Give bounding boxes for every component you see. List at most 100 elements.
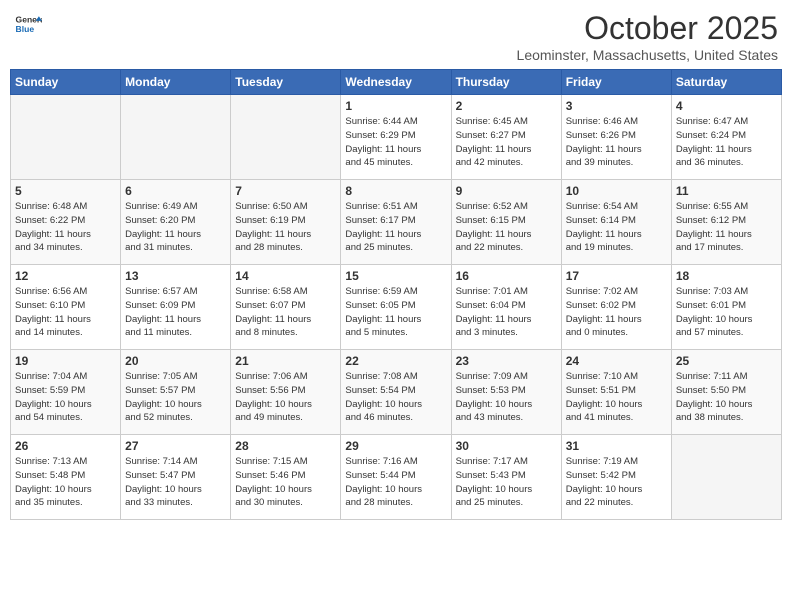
calendar-cell: 13 Sunrise: 6:57 AM Sunset: 6:09 PM Dayli…: [121, 265, 231, 350]
day-number: 24: [566, 354, 667, 368]
day-number: 5: [15, 184, 116, 198]
day-number: 13: [125, 269, 226, 283]
page-header: General Blue October 2025 Leominster, Ma…: [10, 10, 782, 63]
day-info: Sunrise: 7:17 AM Sunset: 5:43 PM Dayligh…: [456, 455, 557, 510]
day-info: Sunrise: 7:02 AM Sunset: 6:02 PM Dayligh…: [566, 285, 667, 340]
calendar-cell: 30Sunrise: 7:17 AM Sunset: 5:43 PM Dayli…: [451, 435, 561, 520]
day-number: 29: [345, 439, 446, 453]
day-number: 1: [345, 99, 446, 113]
day-info: Sunrise: 6:46 AM Sunset: 6:26 PM Dayligh…: [566, 115, 667, 170]
weekday-header-friday: Friday: [561, 70, 671, 95]
day-info: Sunrise: 6:59 AM Sunset: 6:05 PM Dayligh…: [345, 285, 446, 340]
day-number: 18: [676, 269, 777, 283]
calendar-week-row: 26 Sunrise: 7:13 AM Sunset: 5:48 PM Dayli…: [11, 435, 782, 520]
day-number: 8: [345, 184, 446, 198]
calendar-cell: 29 Sunrise: 7:16 AM Sunset: 5:44 PM Dayli…: [341, 435, 451, 520]
calendar-cell: 9Sunrise: 6:52 AM Sunset: 6:15 PM Daylig…: [451, 180, 561, 265]
day-info: Sunrise: 6:55 AM Sunset: 6:12 PM Dayligh…: [676, 200, 777, 255]
day-info: Sunrise: 7:13 AM Sunset: 5:48 PM Dayligh…: [15, 455, 116, 510]
day-number: 19: [15, 354, 116, 368]
day-info: Sunrise: 7:08 AM Sunset: 5:54 PM Dayligh…: [345, 370, 446, 425]
day-info: Sunrise: 7:15 AM Sunset: 5:46 PM Dayligh…: [235, 455, 336, 510]
calendar-cell: 6 Sunrise: 6:49 AM Sunset: 6:20 PM Daylig…: [121, 180, 231, 265]
day-info: Sunrise: 6:47 AM Sunset: 6:24 PM Dayligh…: [676, 115, 777, 170]
calendar-cell: 8 Sunrise: 6:51 AM Sunset: 6:17 PM Daylig…: [341, 180, 451, 265]
day-info: Sunrise: 7:11 AM Sunset: 5:50 PM Dayligh…: [676, 370, 777, 425]
day-number: 11: [676, 184, 777, 198]
day-number: 4: [676, 99, 777, 113]
day-info: Sunrise: 6:49 AM Sunset: 6:20 PM Dayligh…: [125, 200, 226, 255]
calendar-cell: [231, 95, 341, 180]
calendar-cell: 12 Sunrise: 6:56 AM Sunset: 6:10 PM Dayli…: [11, 265, 121, 350]
logo: General Blue: [14, 10, 42, 38]
day-number: 16: [456, 269, 557, 283]
day-number: 12: [15, 269, 116, 283]
calendar-cell: 11 Sunrise: 6:55 AM Sunset: 6:12 PM Dayli…: [671, 180, 781, 265]
calendar-table: SundayMondayTuesdayWednesdayThursdayFrid…: [10, 69, 782, 520]
day-number: 28: [235, 439, 336, 453]
calendar-cell: 21 Sunrise: 7:06 AM Sunset: 5:56 PM Dayli…: [231, 350, 341, 435]
day-number: 6: [125, 184, 226, 198]
day-info: Sunrise: 7:10 AM Sunset: 5:51 PM Dayligh…: [566, 370, 667, 425]
day-number: 2: [456, 99, 557, 113]
calendar-week-row: 12 Sunrise: 6:56 AM Sunset: 6:10 PM Dayli…: [11, 265, 782, 350]
day-info: Sunrise: 6:58 AM Sunset: 6:07 PM Dayligh…: [235, 285, 336, 340]
calendar-cell: 25 Sunrise: 7:11 AM Sunset: 5:50 PM Dayli…: [671, 350, 781, 435]
title-block: October 2025 Leominster, Massachusetts, …: [517, 10, 778, 63]
day-info: Sunrise: 7:09 AM Sunset: 5:53 PM Dayligh…: [456, 370, 557, 425]
day-info: Sunrise: 7:05 AM Sunset: 5:57 PM Dayligh…: [125, 370, 226, 425]
day-number: 10: [566, 184, 667, 198]
day-info: Sunrise: 6:50 AM Sunset: 6:19 PM Dayligh…: [235, 200, 336, 255]
svg-text:Blue: Blue: [16, 24, 35, 34]
calendar-cell: 7 Sunrise: 6:50 AM Sunset: 6:19 PM Daylig…: [231, 180, 341, 265]
day-number: 15: [345, 269, 446, 283]
day-number: 25: [676, 354, 777, 368]
calendar-cell: [121, 95, 231, 180]
day-number: 21: [235, 354, 336, 368]
calendar-cell: 16Sunrise: 7:01 AM Sunset: 6:04 PM Dayli…: [451, 265, 561, 350]
calendar-cell: [671, 435, 781, 520]
calendar-cell: [11, 95, 121, 180]
calendar-cell: 10 Sunrise: 6:54 AM Sunset: 6:14 PM Dayli…: [561, 180, 671, 265]
day-info: Sunrise: 6:52 AM Sunset: 6:15 PM Dayligh…: [456, 200, 557, 255]
calendar-cell: 27 Sunrise: 7:14 AM Sunset: 5:47 PM Dayli…: [121, 435, 231, 520]
calendar-week-row: 1 Sunrise: 6:44 AM Sunset: 6:29 PM Daylig…: [11, 95, 782, 180]
day-number: 17: [566, 269, 667, 283]
day-number: 7: [235, 184, 336, 198]
calendar-cell: 23 Sunrise: 7:09 AM Sunset: 5:53 PM Dayli…: [451, 350, 561, 435]
calendar-cell: 14 Sunrise: 6:58 AM Sunset: 6:07 PM Dayli…: [231, 265, 341, 350]
day-info: Sunrise: 7:16 AM Sunset: 5:44 PM Dayligh…: [345, 455, 446, 510]
day-info: Sunrise: 6:44 AM Sunset: 6:29 PM Dayligh…: [345, 115, 446, 170]
day-info: Sunrise: 7:19 AM Sunset: 5:42 PM Dayligh…: [566, 455, 667, 510]
day-number: 23: [456, 354, 557, 368]
day-number: 31: [566, 439, 667, 453]
calendar-cell: 4 Sunrise: 6:47 AM Sunset: 6:24 PM Daylig…: [671, 95, 781, 180]
day-info: Sunrise: 6:54 AM Sunset: 6:14 PM Dayligh…: [566, 200, 667, 255]
month-title: October 2025: [517, 10, 778, 47]
calendar-cell: 15 Sunrise: 6:59 AM Sunset: 6:05 PM Dayli…: [341, 265, 451, 350]
day-number: 22: [345, 354, 446, 368]
day-info: Sunrise: 7:03 AM Sunset: 6:01 PM Dayligh…: [676, 285, 777, 340]
weekday-header-saturday: Saturday: [671, 70, 781, 95]
logo-icon: General Blue: [14, 10, 42, 38]
weekday-header-wednesday: Wednesday: [341, 70, 451, 95]
calendar-cell: 20Sunrise: 7:05 AM Sunset: 5:57 PM Dayli…: [121, 350, 231, 435]
day-info: Sunrise: 7:06 AM Sunset: 5:56 PM Dayligh…: [235, 370, 336, 425]
calendar-cell: 17 Sunrise: 7:02 AM Sunset: 6:02 PM Dayli…: [561, 265, 671, 350]
calendar-cell: 26 Sunrise: 7:13 AM Sunset: 5:48 PM Dayli…: [11, 435, 121, 520]
day-number: 14: [235, 269, 336, 283]
day-info: Sunrise: 6:57 AM Sunset: 6:09 PM Dayligh…: [125, 285, 226, 340]
day-info: Sunrise: 6:51 AM Sunset: 6:17 PM Dayligh…: [345, 200, 446, 255]
day-number: 27: [125, 439, 226, 453]
day-number: 3: [566, 99, 667, 113]
day-info: Sunrise: 7:14 AM Sunset: 5:47 PM Dayligh…: [125, 455, 226, 510]
day-info: Sunrise: 6:56 AM Sunset: 6:10 PM Dayligh…: [15, 285, 116, 340]
calendar-cell: 31 Sunrise: 7:19 AM Sunset: 5:42 PM Dayli…: [561, 435, 671, 520]
day-info: Sunrise: 6:48 AM Sunset: 6:22 PM Dayligh…: [15, 200, 116, 255]
weekday-header-thursday: Thursday: [451, 70, 561, 95]
calendar-cell: 19Sunrise: 7:04 AM Sunset: 5:59 PM Dayli…: [11, 350, 121, 435]
weekday-header-tuesday: Tuesday: [231, 70, 341, 95]
calendar-cell: 3 Sunrise: 6:46 AM Sunset: 6:26 PM Daylig…: [561, 95, 671, 180]
day-number: 26: [15, 439, 116, 453]
calendar-cell: 22 Sunrise: 7:08 AM Sunset: 5:54 PM Dayli…: [341, 350, 451, 435]
